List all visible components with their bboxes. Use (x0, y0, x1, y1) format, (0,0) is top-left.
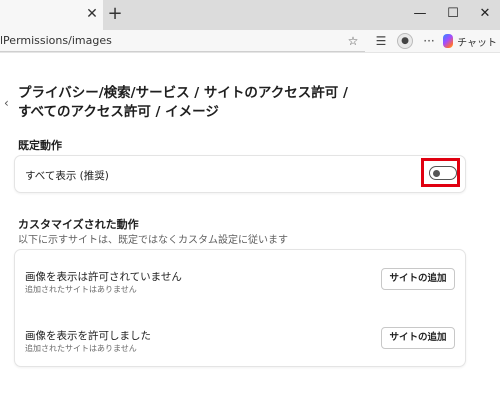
window-close-icon[interactable]: ✕ (477, 6, 493, 22)
back-chevron-icon[interactable]: ‹ (4, 96, 14, 110)
blocked-row-subtitle: 追加されたサイトはありません (25, 285, 137, 294)
copilot-label: チャット (457, 37, 497, 49)
tab-close-icon[interactable]: ✕ (84, 6, 100, 22)
allowed-row-subtitle: 追加されたサイトはありません (25, 344, 137, 353)
address-bar-underline (0, 51, 365, 52)
show-all-toggle[interactable] (429, 166, 457, 180)
minimize-icon[interactable]: — (412, 6, 428, 22)
default-behavior-heading: 既定動作 (18, 139, 62, 152)
copilot-icon (443, 34, 454, 48)
maximize-icon[interactable]: ☐ (445, 6, 461, 22)
more-icon[interactable]: ··· (421, 33, 437, 49)
allowed-row-title: 画像を表示を許可しました (25, 330, 151, 342)
custom-behavior-description: 以下に示すサイトは、既定ではなくカスタム設定に従います (18, 235, 288, 246)
default-behavior-card: すべて表示 (推奨) (14, 155, 466, 193)
active-tab[interactable]: ✕ (0, 0, 103, 30)
star-icon[interactable]: ☆ (345, 33, 361, 49)
browser-toolbar: lPermissions/images ☆ ☰ ● ··· チャット (0, 30, 500, 53)
page-title: プライバシー/検索/サービス / サイトのアクセス許可 / すべてのアクセス許可… (18, 84, 368, 122)
address-bar[interactable]: lPermissions/images (0, 33, 112, 49)
show-all-label: すべて表示 (推奨) (25, 170, 109, 182)
new-tab-icon[interactable]: + (106, 5, 124, 23)
toggle-knob (433, 169, 440, 177)
blocked-row-title: 画像を表示は許可されていません (25, 271, 182, 283)
page-title-line2: すべてのアクセス許可 / イメージ (18, 104, 219, 120)
page-title-line1: プライバシー/検索/サービス / サイトのアクセス許可 / (18, 85, 348, 101)
add-allowed-site-button[interactable]: サイトの追加 (381, 327, 455, 349)
profile-icon[interactable]: ● (397, 33, 413, 49)
tab-strip: ✕ + — ☐ ✕ (0, 0, 500, 30)
favorites-icon[interactable]: ☰ (373, 33, 389, 49)
add-blocked-site-button[interactable]: サイトの追加 (381, 268, 455, 290)
copilot-button[interactable]: チャット (443, 32, 497, 50)
custom-behavior-card: 画像を表示は許可されていません 追加されたサイトはありません サイトの追加 画像… (14, 249, 466, 367)
custom-behavior-heading: カスタマイズされた動作 (18, 218, 139, 231)
